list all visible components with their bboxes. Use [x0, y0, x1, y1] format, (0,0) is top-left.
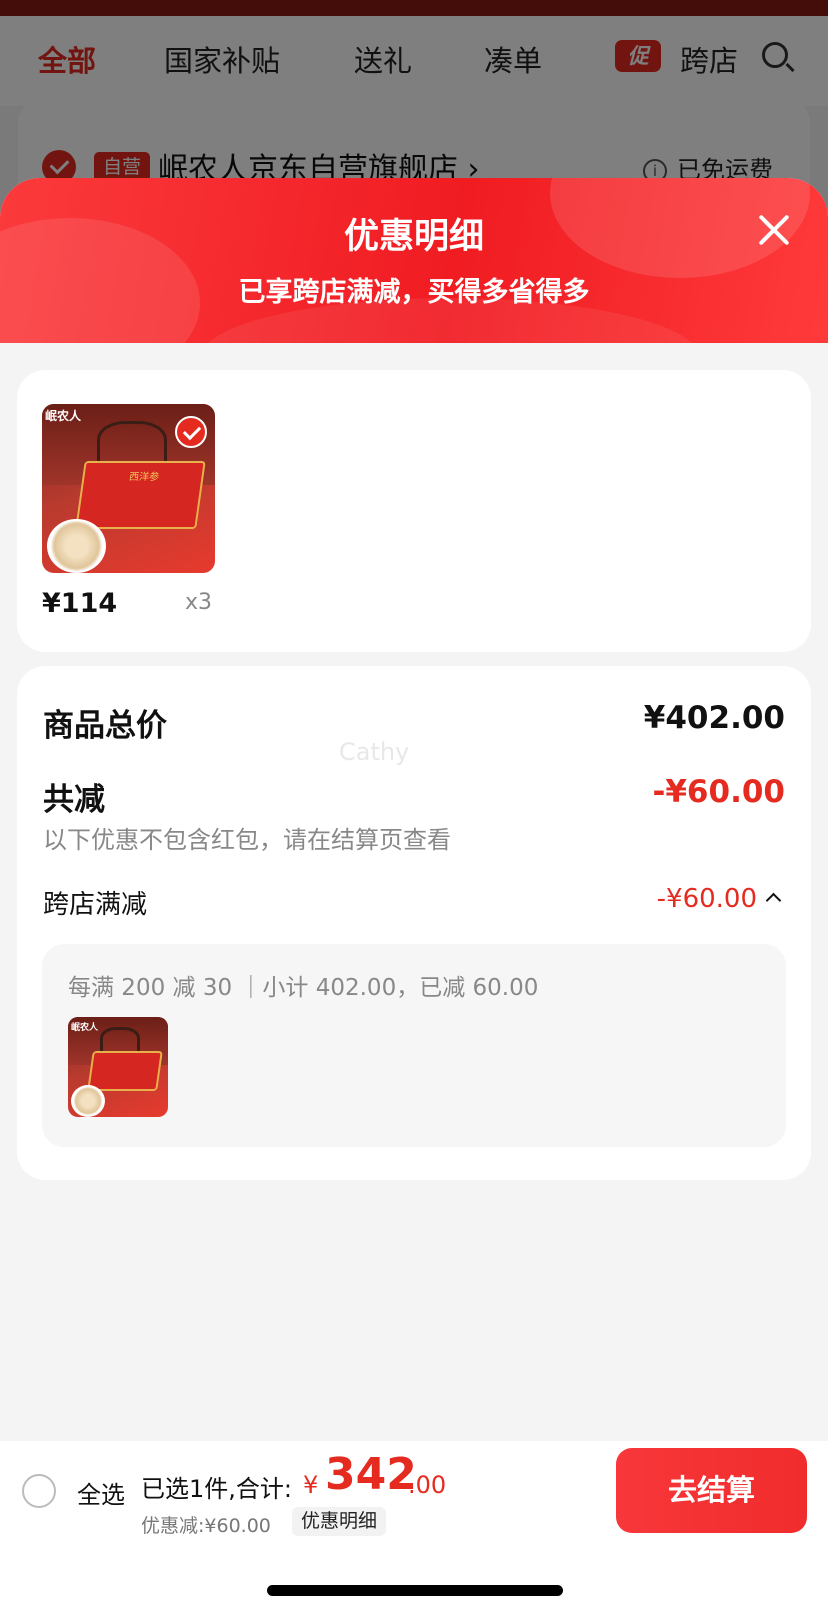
select-all-label[interactable]: 全选	[77, 1475, 125, 1510]
plate-image	[71, 1085, 105, 1117]
price-summary-card: 商品总价 ¥402.00 Cathy 共减 -¥60.00 以下优惠不包含红包，…	[17, 666, 811, 1180]
total-currency: ¥	[303, 1471, 319, 1499]
watermark: Cathy	[339, 738, 410, 766]
total-amount-decimal: .00	[408, 1471, 447, 1499]
brand-logo: 岷农人	[45, 409, 82, 423]
gift-box-image	[87, 1051, 163, 1091]
sheet-header: 优惠明细 已享跨店满减，买得多省得多	[0, 178, 828, 343]
product-quantity: x3	[185, 590, 213, 615]
home-indicator-area	[0, 1541, 828, 1613]
sheet-title: 优惠明细	[343, 217, 484, 257]
close-icon[interactable]	[752, 208, 796, 252]
box-label: 西洋参	[128, 472, 160, 484]
brand-logo: 岷农人	[71, 1023, 99, 1033]
checkout-button[interactable]: 去结算	[616, 1448, 807, 1533]
selected-count-text: 已选1件,合计:	[141, 1475, 292, 1503]
total-discount-value: -¥60.00	[652, 774, 786, 810]
cross-store-promo-label[interactable]: 跨店满减	[43, 884, 147, 921]
cross-store-promo-value[interactable]: -¥60.00	[657, 884, 757, 914]
sheet-subtitle: 已享跨店满减，买得多省得多	[238, 277, 590, 308]
product-image[interactable]: 西洋参 岷农人	[42, 404, 215, 573]
select-all-checkbox[interactable]	[22, 1474, 56, 1508]
discount-summary: 优惠减:¥60.00	[141, 1515, 271, 1537]
home-indicator[interactable]	[267, 1585, 563, 1596]
discount-note: 以下优惠不包含红包，请在结算页查看	[43, 826, 451, 854]
total-amount-integer: 342	[325, 1449, 417, 1500]
promo-product-image[interactable]: 岷农人	[68, 1017, 168, 1117]
product-card: 西洋参 岷农人 ¥114 x3	[17, 370, 811, 652]
checkout-bar: 全选 已选1件,合计: ¥ 342 .00 优惠减:¥60.00 优惠明细 去结…	[0, 1441, 828, 1541]
discount-detail-button[interactable]: 优惠明细	[292, 1507, 387, 1536]
selected-check-icon	[175, 416, 207, 448]
plate-image	[47, 518, 106, 573]
chevron-up-icon[interactable]	[765, 892, 782, 909]
total-price-value: ¥402.00	[643, 700, 785, 736]
total-discount-label: 共减	[43, 782, 105, 818]
promo-rule-text: 每满 200 减 30 ｜小计 402.00，已减 60.00	[68, 975, 539, 1001]
discount-details-sheet: 优惠明细 已享跨店满减，买得多省得多 西洋参 岷农人 ¥114 x3 商品总价 …	[0, 178, 828, 1613]
promo-detail-box: 每满 200 减 30 ｜小计 402.00，已减 60.00 岷农人	[42, 944, 786, 1147]
gift-box-image: 西洋参	[75, 461, 206, 530]
total-price-label: 商品总价	[43, 708, 167, 744]
product-price: ¥114	[42, 588, 118, 619]
